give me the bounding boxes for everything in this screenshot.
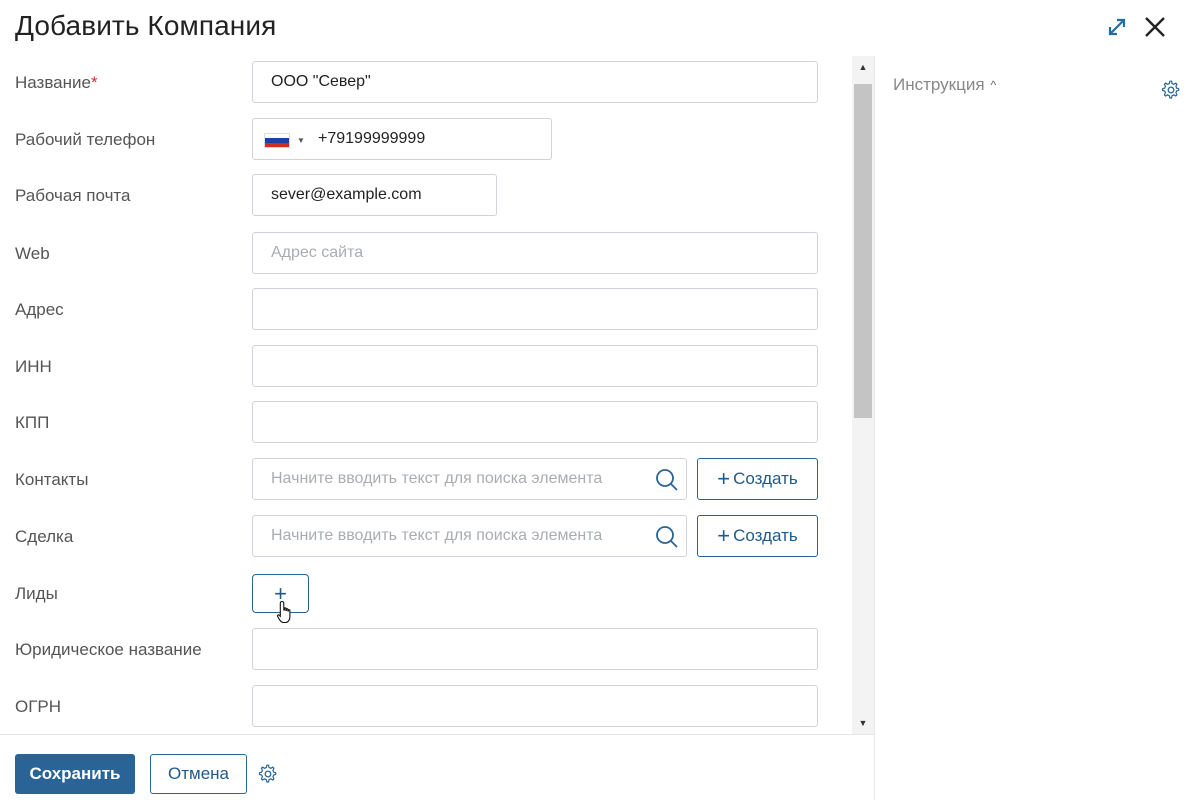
required-mark: *: [90, 73, 98, 92]
panel-divider: [874, 56, 875, 800]
contacts-create-button[interactable]: + Создать: [697, 458, 818, 500]
form-row-web: Web Адрес сайта: [0, 232, 850, 276]
deal-label: Сделка: [15, 527, 74, 546]
search-icon[interactable]: [654, 524, 680, 550]
web-input-placeholder: Адрес сайта: [271, 244, 364, 261]
form-row-email: Рабочая почта sever@example.com: [0, 174, 850, 218]
form-scrollbar[interactable]: ▲ ▼: [852, 56, 874, 734]
plus-icon: +: [717, 523, 731, 548]
form-row-contacts: Контакты Начните вводить текст для поиск…: [0, 458, 850, 502]
gear-icon[interactable]: [258, 764, 278, 784]
web-input[interactable]: Адрес сайта: [252, 232, 818, 274]
web-label: Web: [15, 244, 50, 263]
form-row-legal-name: Юридическое название: [0, 628, 850, 672]
kpp-input[interactable]: [252, 401, 818, 443]
form-row-kpp: КПП: [0, 401, 850, 445]
scroll-thumb[interactable]: [854, 84, 872, 418]
address-label: Адрес: [15, 300, 64, 319]
contacts-search-input[interactable]: Начните вводить текст для поиска элемент…: [252, 458, 687, 500]
company-form: Название* ООО "Север" Рабочий телефон ▼ …: [0, 56, 874, 734]
contacts-label: Контакты: [15, 470, 89, 489]
gear-icon[interactable]: [1161, 80, 1181, 100]
legal-name-input[interactable]: [252, 628, 818, 670]
russia-flag-icon[interactable]: [264, 133, 290, 148]
close-icon[interactable]: [1142, 14, 1168, 40]
contacts-create-label: Создать: [733, 469, 798, 488]
instruction-label: Инструкция: [893, 75, 985, 94]
kpp-label: КПП: [15, 413, 50, 432]
form-row-deal: Сделка Начните вводить текст для поиска …: [0, 515, 850, 559]
ogrn-input[interactable]: [252, 685, 818, 727]
instruction-toggle[interactable]: Инструкция ^: [893, 75, 996, 95]
name-input-value: ООО "Север": [271, 73, 371, 90]
ogrn-label: ОГРН: [15, 697, 62, 716]
deal-create-label: Создать: [733, 526, 798, 545]
form-row-leads: Лиды +: [0, 572, 850, 616]
expand-icon[interactable]: [1104, 14, 1130, 40]
email-label: Рабочая почта: [15, 186, 131, 205]
contacts-search-placeholder: Начните вводить текст для поиска элемент…: [271, 470, 603, 487]
address-input[interactable]: [252, 288, 818, 330]
deal-search-placeholder: Начните вводить текст для поиска элемент…: [271, 527, 603, 544]
leads-label: Лиды: [15, 584, 58, 603]
form-footer: Сохранить Отмена: [0, 734, 874, 800]
phone-input[interactable]: ▼ +79199999999: [252, 118, 552, 160]
form-row-ogrn: ОГРН: [0, 685, 850, 729]
form-row-address: Адрес: [0, 288, 850, 332]
name-input[interactable]: ООО "Север": [252, 61, 818, 103]
leads-add-button[interactable]: +: [252, 574, 309, 613]
scroll-down-arrow-icon[interactable]: ▼: [852, 712, 874, 734]
deal-search-input[interactable]: Начните вводить текст для поиска элемент…: [252, 515, 687, 557]
phone-input-value: +79199999999: [318, 130, 426, 147]
deal-create-button[interactable]: + Создать: [697, 515, 818, 557]
email-input-value: sever@example.com: [271, 186, 422, 203]
chevron-up-icon: ^: [990, 78, 997, 92]
form-row-name: Название* ООО "Север": [0, 61, 850, 105]
inn-input[interactable]: [252, 345, 818, 387]
name-label: Название*: [15, 73, 98, 92]
cancel-button[interactable]: Отмена: [150, 754, 247, 794]
country-dropdown-caret-icon[interactable]: ▼: [297, 136, 305, 145]
form-row-inn: ИНН: [0, 345, 850, 389]
save-button[interactable]: Сохранить: [15, 754, 135, 794]
plus-icon: +: [274, 580, 287, 606]
phone-label: Рабочий телефон: [15, 130, 156, 149]
inn-label: ИНН: [15, 357, 52, 376]
plus-icon: +: [717, 466, 731, 491]
legal-name-label: Юридическое название: [15, 640, 202, 659]
form-row-phone: Рабочий телефон ▼ +79199999999: [0, 118, 850, 162]
search-icon[interactable]: [654, 467, 680, 493]
scroll-up-arrow-icon[interactable]: ▲: [852, 56, 874, 78]
email-input[interactable]: sever@example.com: [252, 174, 497, 216]
page-title: Добавить Компания: [15, 10, 277, 41]
